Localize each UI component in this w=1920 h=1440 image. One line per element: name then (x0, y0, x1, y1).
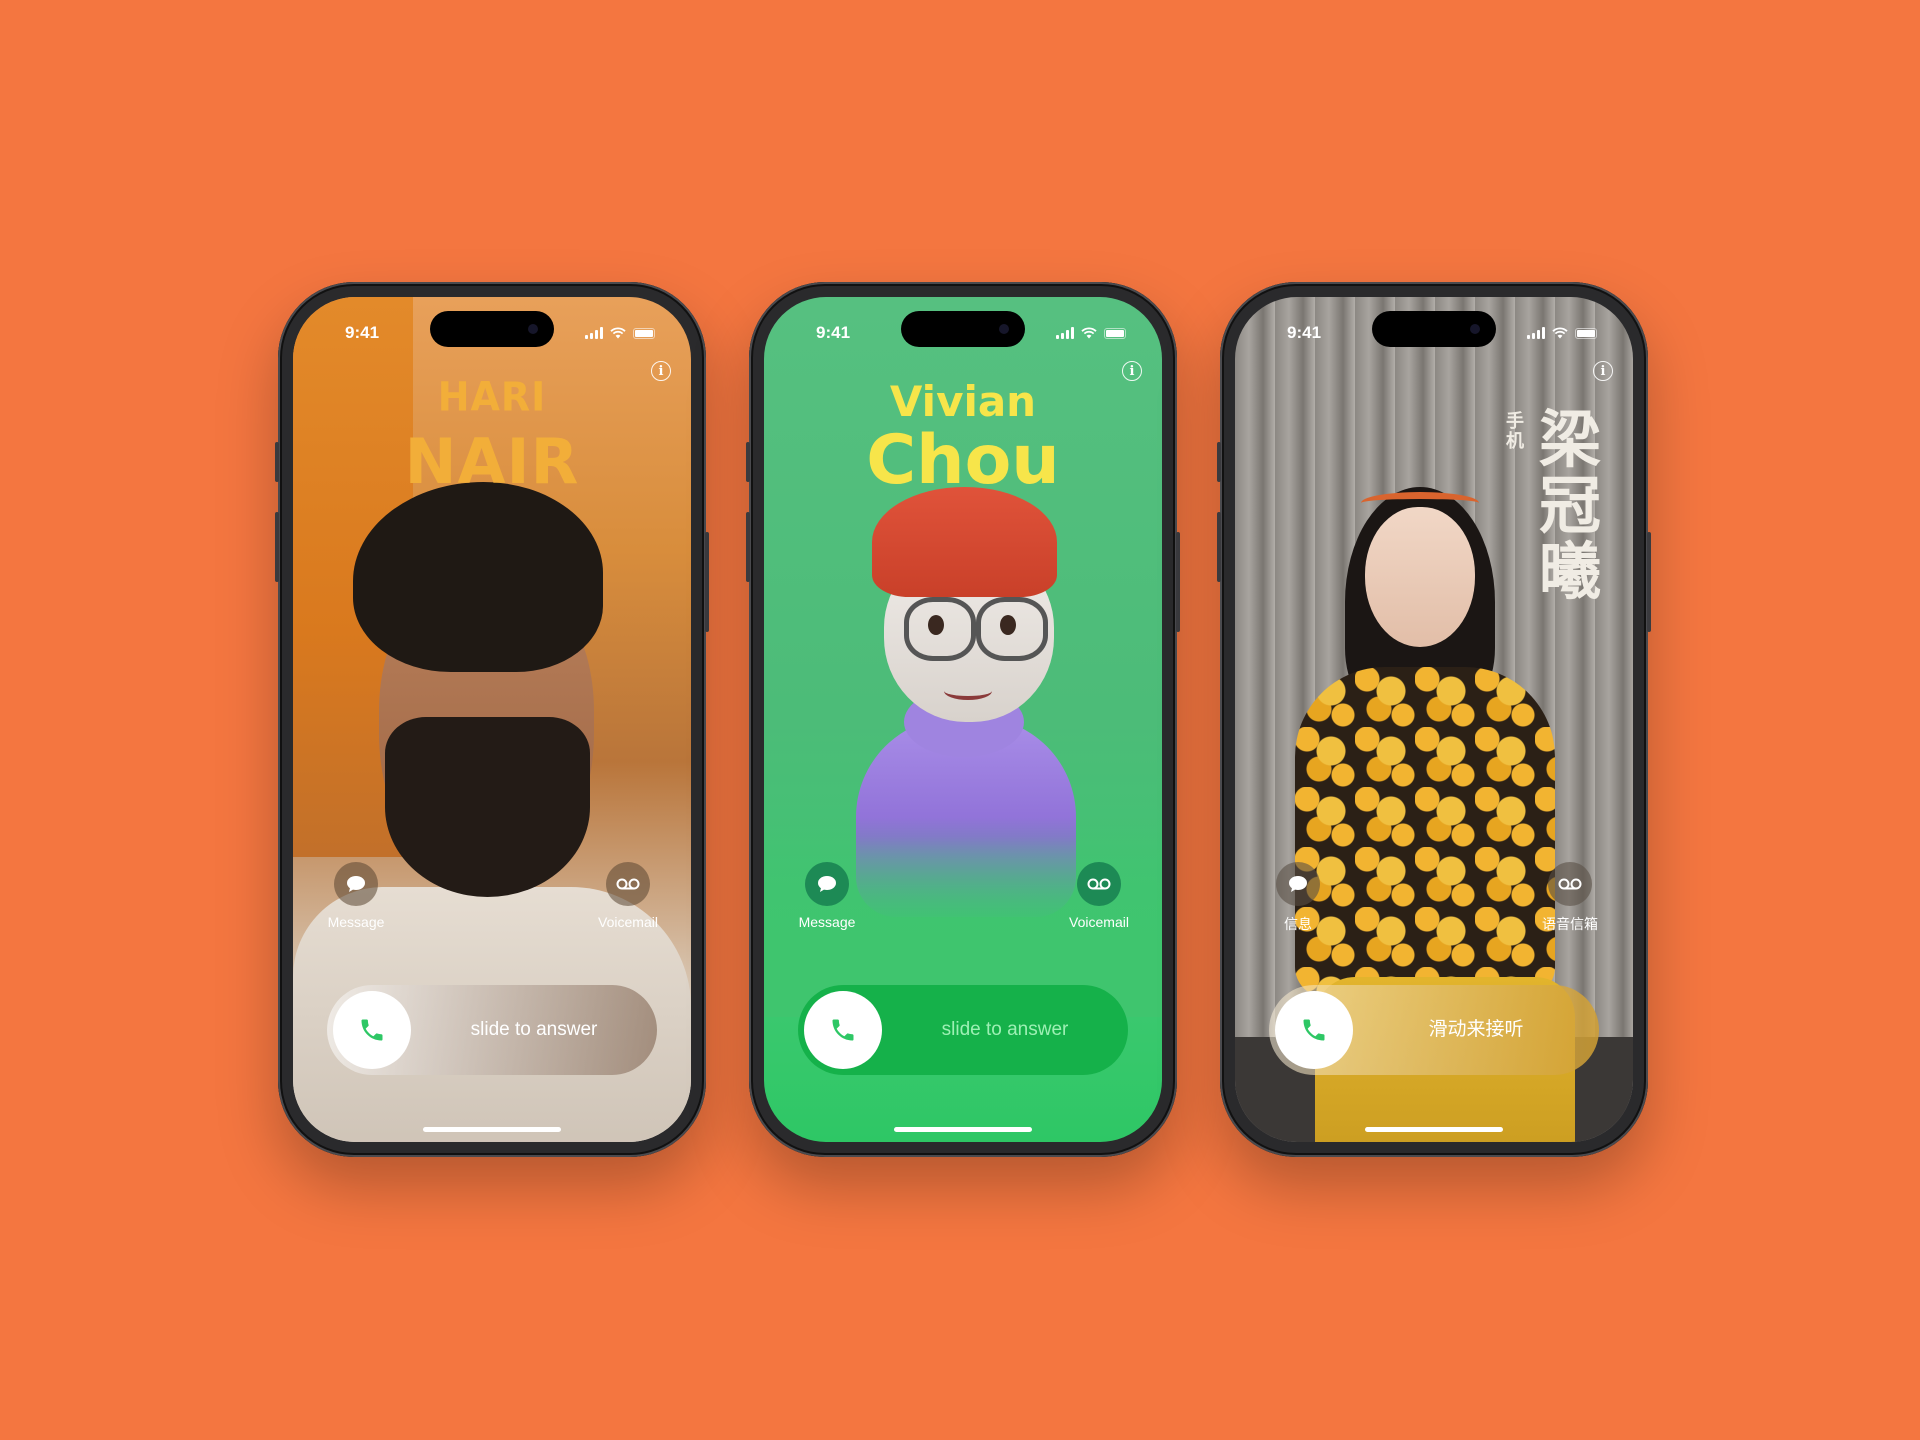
message-bubble-icon (334, 862, 378, 906)
memoji-eye-right (1000, 615, 1016, 635)
voicemail-label: Voicemail (1069, 914, 1129, 930)
slide-to-answer-slider[interactable]: slide to answer (798, 985, 1128, 1075)
voicemail-icon (1077, 862, 1121, 906)
status-icons (1056, 323, 1126, 339)
message-bubble-icon (805, 862, 849, 906)
dynamic-island (430, 311, 554, 347)
wifi-icon (610, 327, 626, 339)
status-time: 9:41 (345, 323, 380, 342)
memoji-beanie (872, 487, 1057, 597)
phone-vivian-chou: 9:41 i Vivian Chou Message Voicemail sli… (746, 282, 1180, 1157)
camera-icon (999, 324, 1009, 334)
voicemail-button[interactable]: 语音信箱 (1525, 862, 1615, 934)
memoji-mouth (944, 682, 992, 700)
contact-first-name: HARI (437, 373, 547, 421)
dynamic-island (901, 311, 1025, 347)
contact-name-vertical: 梁冠曦 (1538, 403, 1601, 608)
memoji-eye-left (928, 615, 944, 635)
contact-photo-floral-top (1295, 667, 1555, 997)
battery-icon (633, 328, 655, 339)
home-indicator[interactable] (423, 1127, 561, 1132)
home-indicator[interactable] (1365, 1127, 1503, 1132)
contact-photo-headband (1361, 492, 1479, 514)
volume-up-button (1217, 512, 1221, 582)
volume-up-button (275, 512, 279, 582)
info-icon[interactable]: i (1593, 361, 1613, 381)
message-button[interactable]: 信息 (1253, 862, 1343, 934)
message-label: 信息 (1284, 916, 1312, 932)
answer-knob[interactable] (1275, 991, 1353, 1069)
message-label: Message (798, 914, 856, 930)
voicemail-label: 语音信箱 (1542, 916, 1598, 932)
phone-icon (1303, 1019, 1325, 1041)
battery-icon (1575, 328, 1597, 339)
status-icons (585, 323, 655, 339)
voicemail-button[interactable]: Voicemail (583, 862, 673, 930)
status-icons (1527, 323, 1597, 339)
contact-photo-face (1365, 507, 1475, 647)
home-indicator[interactable] (894, 1127, 1032, 1132)
camera-icon (528, 324, 538, 334)
contact-last-name: NAIR (404, 425, 580, 498)
wifi-icon (1081, 327, 1097, 339)
slide-to-answer-slider[interactable]: 滑动来接听 (1269, 985, 1599, 1075)
dynamic-island (1372, 311, 1496, 347)
contact-photo-beard (385, 717, 590, 897)
battery-icon (1104, 328, 1126, 339)
message-label: Message (327, 914, 385, 930)
contact-first-name: Vivian (889, 377, 1037, 426)
answer-knob[interactable] (333, 991, 411, 1069)
contact-photo-hair (353, 482, 603, 672)
phone-hari-nair: 9:41 i HARI NAIR Message Voicemail slide… (275, 282, 709, 1157)
incoming-call-screen: 9:41 i 手机 梁冠曦 信息 语音信箱 滑动来接听 (1235, 297, 1633, 1142)
contact-last-name: Chou (866, 421, 1060, 500)
message-button[interactable]: Message (311, 862, 401, 930)
camera-icon (1470, 324, 1480, 334)
cellular-signal-icon (1527, 327, 1545, 339)
phone-icon (361, 1019, 383, 1041)
voicemail-button[interactable]: Voicemail (1054, 862, 1144, 930)
phone-icon (832, 1019, 854, 1041)
volume-up-button (746, 512, 750, 582)
voicemail-icon (1548, 862, 1592, 906)
slide-to-answer-text: slide to answer (941, 1019, 1069, 1040)
cellular-signal-icon (585, 327, 603, 339)
contact-label-mobile: 手机 (1506, 411, 1524, 451)
voicemail-label: Voicemail (598, 914, 658, 930)
side-button (1176, 532, 1180, 632)
slide-to-answer-slider[interactable]: slide to answer (327, 985, 657, 1075)
incoming-call-screen: 9:41 i HARI NAIR Message Voicemail slide… (293, 297, 691, 1142)
message-bubble-icon (1276, 862, 1320, 906)
action-button (1217, 442, 1221, 482)
action-button (275, 442, 279, 482)
wifi-icon (1552, 327, 1568, 339)
message-button[interactable]: Message (782, 862, 872, 930)
slide-to-answer-text: 滑动来接听 (1428, 1019, 1524, 1040)
side-button (705, 532, 709, 632)
status-time: 9:41 (816, 323, 851, 342)
cellular-signal-icon (1056, 327, 1074, 339)
slide-to-answer-text: slide to answer (470, 1019, 598, 1040)
side-button (1647, 532, 1651, 632)
answer-knob[interactable] (804, 991, 882, 1069)
incoming-call-screen: 9:41 i Vivian Chou Message Voicemail sli… (764, 297, 1162, 1142)
status-time: 9:41 (1287, 323, 1322, 342)
phone-chinese-contact: 9:41 i 手机 梁冠曦 信息 语音信箱 滑动来接听 (1217, 282, 1651, 1157)
voicemail-icon (606, 862, 650, 906)
action-button (746, 442, 750, 482)
